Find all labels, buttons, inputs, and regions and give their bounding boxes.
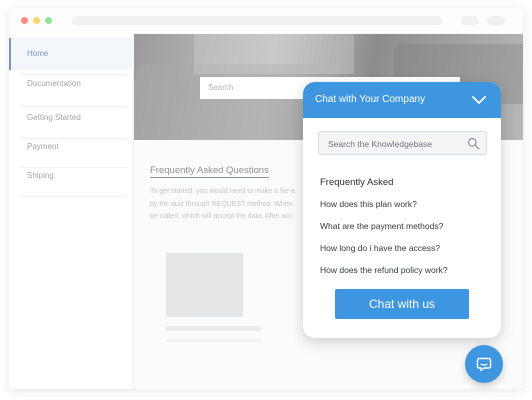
sidebar-item-home[interactable]: Home	[9, 38, 134, 70]
minimize-window-dot[interactable]	[33, 17, 40, 24]
chevron-down-icon[interactable]	[471, 92, 487, 108]
sidebar-item-payment[interactable]: Payment	[9, 131, 134, 163]
close-window-dot[interactable]	[21, 17, 28, 24]
hero-background-shape	[194, 34, 354, 74]
sidebar-item-label: Home	[27, 49, 49, 58]
chat-title: Chat with Your Company	[315, 94, 426, 105]
sidebar-item-label: Getting Started	[27, 113, 81, 122]
chat-bubble-icon	[476, 357, 492, 372]
knowledgebase-search-placeholder: Search the Knowledgebase	[328, 139, 432, 149]
chat-header[interactable]: Chat with Your Company	[303, 82, 501, 118]
content-paragraph-line: be called, which will accept the data. A…	[150, 213, 293, 220]
toolbar-placeholder	[487, 16, 505, 25]
sidebar-item-label: Payment	[27, 142, 59, 151]
maximize-window-dot[interactable]	[45, 17, 52, 24]
sidebar-item-label: Documentation	[27, 79, 81, 88]
sidebar-item-documentation[interactable]: Documentation	[9, 68, 134, 100]
image-placeholder	[166, 253, 243, 317]
content-paragraph-line: by the quiz through REQUEST method. When	[150, 201, 293, 208]
browser-titlebar	[9, 8, 523, 34]
faq-question-link[interactable]: How long do i have the access?	[320, 243, 440, 253]
content-paragraph-line: To get started, you would need to make a…	[150, 188, 295, 195]
search-icon[interactable]	[467, 137, 480, 150]
toolbar-placeholder	[461, 16, 479, 25]
hero-search-placeholder: Search	[208, 83, 234, 92]
faq-heading: Frequently Asked	[320, 177, 394, 188]
faq-page-title: Frequently Asked Questions	[150, 165, 269, 178]
chat-widget: Chat with Your Company Search the Knowle…	[303, 82, 501, 338]
text-placeholder	[166, 339, 261, 342]
chat-launcher-button[interactable]	[465, 345, 503, 383]
sidebar-divider	[19, 196, 127, 197]
address-bar[interactable]	[72, 16, 442, 25]
page: Home Documentation Getting Started Payme…	[0, 0, 532, 400]
sidebar: Home Documentation Getting Started Payme…	[9, 34, 134, 389]
sidebar-item-getting-started[interactable]: Getting Started	[9, 102, 134, 134]
chat-with-us-button[interactable]: Chat with us	[335, 289, 469, 319]
faq-question-link[interactable]: How does the refund policy work?	[320, 265, 448, 275]
sidebar-item-shiping[interactable]: Shiping	[9, 160, 134, 192]
text-placeholder	[166, 326, 261, 331]
sidebar-item-label: Shiping	[27, 171, 54, 180]
faq-question-link[interactable]: How does this plan work?	[320, 199, 417, 209]
faq-question-link[interactable]: What are the payment methods?	[320, 221, 443, 231]
knowledgebase-search-input[interactable]: Search the Knowledgebase	[318, 131, 487, 155]
